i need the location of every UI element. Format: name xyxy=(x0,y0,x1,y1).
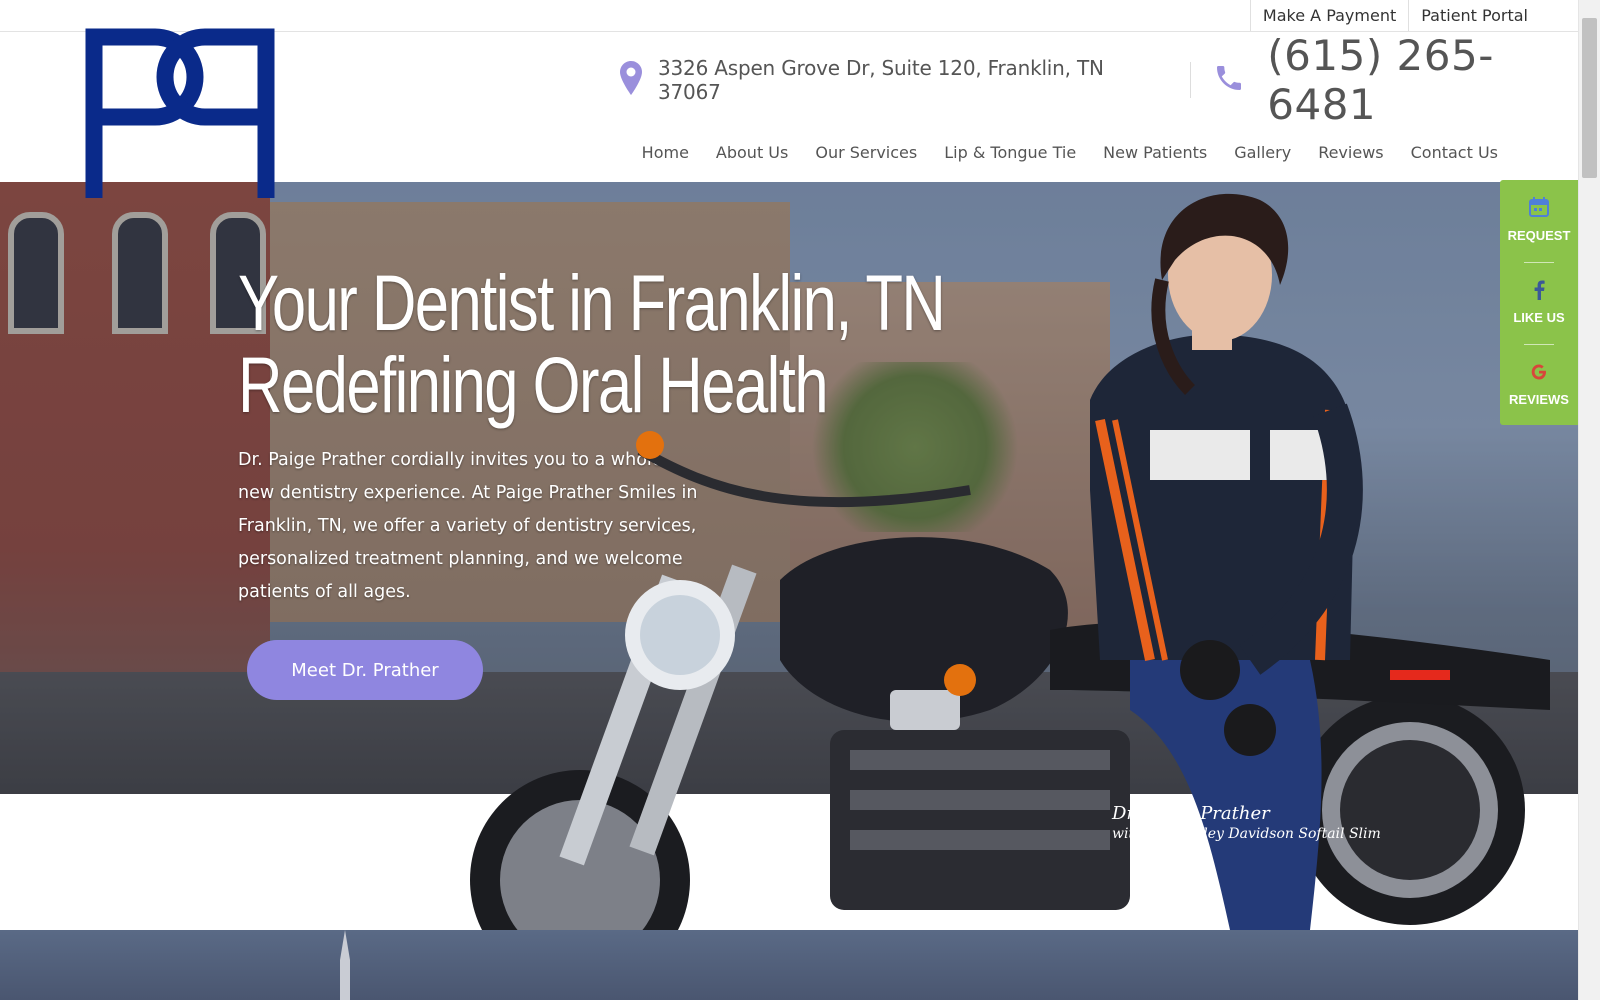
utility-links: Make A Payment Patient Portal xyxy=(1249,0,1540,31)
steeple-silhouette xyxy=(340,930,350,1000)
next-section-preview xyxy=(0,930,1578,1000)
widget-divider xyxy=(1524,344,1554,345)
nav-our-services[interactable]: Our Services xyxy=(815,143,917,162)
nav-new-patients[interactable]: New Patients xyxy=(1103,143,1207,162)
meet-doctor-button[interactable]: Meet Dr. Prather xyxy=(247,640,483,700)
calendar-icon xyxy=(1500,196,1578,223)
nav-lip-tongue-tie[interactable]: Lip & Tongue Tie xyxy=(944,143,1076,162)
photo-caption: Dr. Paige Prather with her Harley Davids… xyxy=(1112,803,1381,842)
nav-reviews[interactable]: Reviews xyxy=(1318,143,1383,162)
caption-subtitle: with her Harley Davidson Softail Slim xyxy=(1112,826,1381,842)
reviews-label: REVIEWS xyxy=(1509,392,1569,407)
like-us-label: LIKE US xyxy=(1513,310,1565,325)
widget-divider xyxy=(1524,262,1554,263)
address-text[interactable]: 3326 Aspen Grove Dr, Suite 120, Franklin… xyxy=(658,56,1168,104)
scrollbar-thumb[interactable] xyxy=(1582,18,1597,178)
divider xyxy=(1190,62,1192,98)
contact-info: 3326 Aspen Grove Dr, Suite 120, Franklin… xyxy=(620,31,1600,129)
page-scrollbar[interactable] xyxy=(1578,0,1600,1000)
phone-number[interactable]: (615) 265-6481 xyxy=(1267,31,1600,129)
facebook-icon xyxy=(1500,280,1578,305)
like-us-button[interactable]: LIKE US xyxy=(1500,264,1578,344)
nav-contact-us[interactable]: Contact Us xyxy=(1411,143,1498,162)
doctor-motorcycle-photo xyxy=(450,190,1578,990)
map-pin-icon xyxy=(620,60,642,100)
google-icon xyxy=(1500,362,1578,387)
phone-icon xyxy=(1213,62,1245,99)
nav-about-us[interactable]: About Us xyxy=(716,143,788,162)
pp-logo[interactable] xyxy=(85,28,283,198)
reviews-button[interactable]: REVIEWS xyxy=(1500,346,1578,426)
request-appointment-button[interactable]: REQUEST xyxy=(1500,180,1578,260)
request-label: REQUEST xyxy=(1507,228,1571,243)
patient-portal-link[interactable]: Patient Portal xyxy=(1408,0,1540,31)
nav-gallery[interactable]: Gallery xyxy=(1234,143,1291,162)
make-payment-link[interactable]: Make A Payment xyxy=(1249,0,1408,31)
nav-home[interactable]: Home xyxy=(642,143,689,162)
caption-name: Dr. Paige Prather xyxy=(1112,803,1270,824)
main-nav: Home About Us Our Services Lip & Tongue … xyxy=(615,143,1498,162)
social-side-widget: REQUEST LIKE US REVIEWS xyxy=(1500,180,1578,425)
